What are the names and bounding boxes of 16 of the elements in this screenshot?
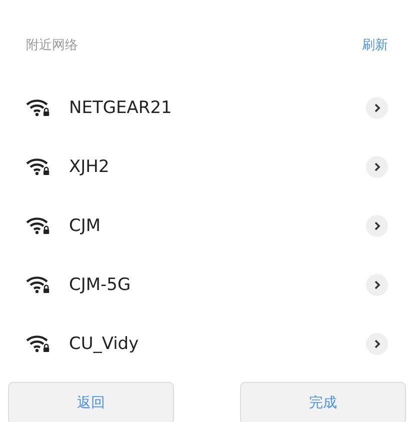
chevron-right-icon[interactable] [366, 96, 388, 118]
wifi-lock-icon [26, 158, 51, 176]
chevron-right-icon[interactable] [366, 332, 388, 354]
network-name[interactable]: CU_Vidy [69, 334, 366, 354]
chevron-right-icon[interactable] [366, 274, 388, 296]
network-name[interactable]: CJM-5G [69, 274, 366, 294]
chevron-right-icon[interactable] [366, 214, 388, 236]
wifi-lock-icon [26, 276, 51, 294]
network-name[interactable]: XJH2 [69, 156, 366, 176]
section-title: 附近网络 [26, 37, 78, 54]
wifi-lock-icon [26, 216, 51, 234]
wifi-lock-icon [26, 334, 51, 352]
wifi-lock-icon [26, 98, 51, 116]
network-name[interactable]: NETGEAR21 [69, 98, 366, 118]
network-name[interactable]: CJM [69, 216, 366, 236]
chevron-right-icon[interactable] [366, 156, 388, 178]
